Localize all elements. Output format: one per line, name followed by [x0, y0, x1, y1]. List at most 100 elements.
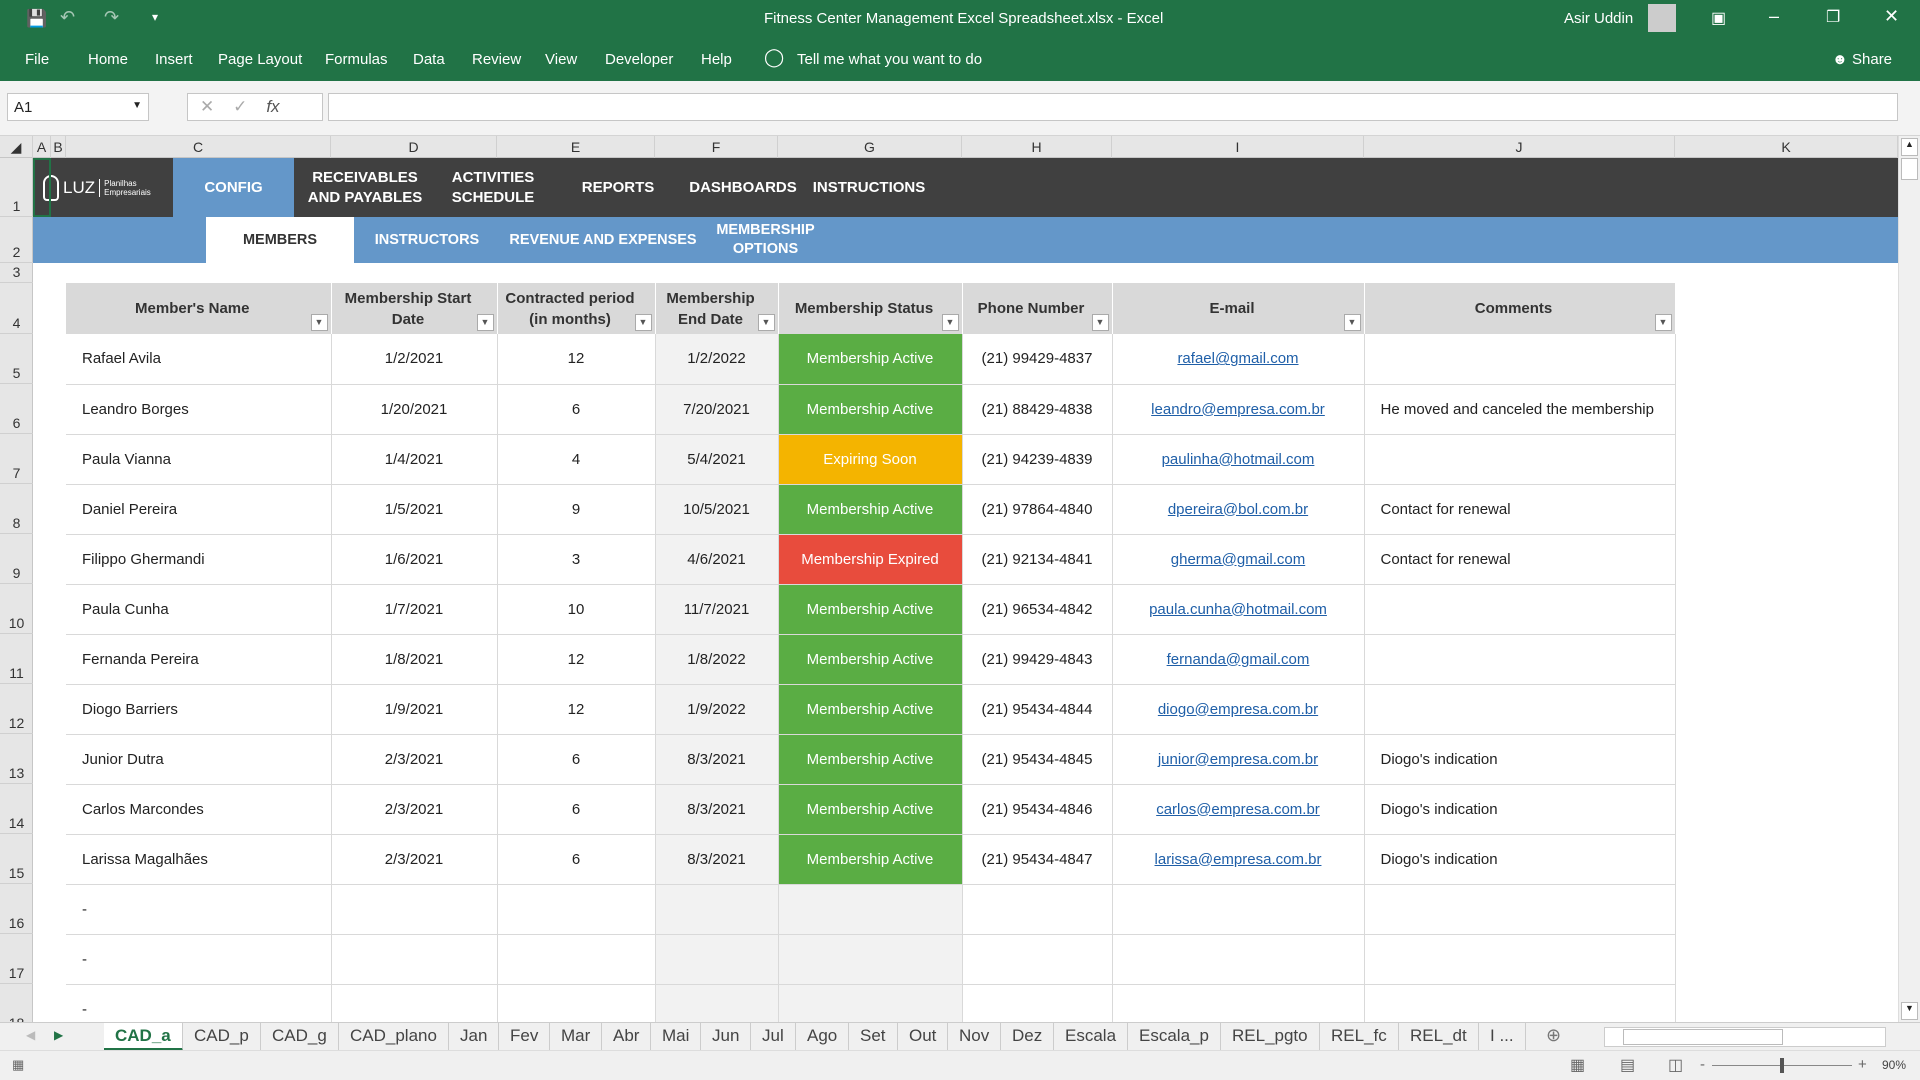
table-cell[interactable]: [1364, 934, 1676, 985]
sheet-tab[interactable]: Nov: [948, 1023, 1002, 1051]
table-cell[interactable]: 6: [497, 384, 656, 435]
column-header-a[interactable]: A: [33, 136, 51, 158]
sheet-tab[interactable]: Escala: [1054, 1023, 1129, 1051]
table-cell[interactable]: (21) 99429-4843: [962, 634, 1113, 685]
table-cell[interactable]: Membership Expired: [778, 534, 963, 585]
column-header-f[interactable]: F: [655, 136, 778, 158]
table-cell[interactable]: (21) 95434-4847: [962, 834, 1113, 885]
user-name[interactable]: Asir Uddin: [1564, 10, 1633, 27]
fx-icon[interactable]: fx: [266, 97, 279, 116]
column-header-g[interactable]: G: [778, 136, 962, 158]
table-cell[interactable]: 1/4/2021: [331, 434, 498, 485]
row-header-4[interactable]: 4: [0, 283, 33, 334]
row-header-16[interactable]: 16: [0, 884, 33, 934]
table-cell[interactable]: (21) 95434-4846: [962, 784, 1113, 835]
share-button[interactable]: Share: [1852, 51, 1892, 68]
filter-dropdown-icon[interactable]: ▼: [310, 314, 328, 331]
table-cell[interactable]: 1/7/2021: [331, 584, 498, 635]
tab-home[interactable]: Home: [88, 51, 128, 68]
table-cell[interactable]: carlos@empresa.com.br: [1112, 784, 1365, 835]
macro-record-icon[interactable]: ▦: [12, 1057, 24, 1073]
table-cell[interactable]: [331, 884, 498, 935]
email-link[interactable]: gherma@gmail.com: [1171, 551, 1305, 568]
table-cell[interactable]: 2/3/2021: [331, 834, 498, 885]
sheet-tab[interactable]: REL_dt: [1399, 1023, 1479, 1051]
table-cell[interactable]: Filippo Ghermandi: [66, 534, 332, 585]
table-cell[interactable]: 6: [497, 734, 656, 785]
email-link[interactable]: diogo@empresa.com.br: [1158, 701, 1318, 718]
table-cell[interactable]: Carlos Marcondes: [66, 784, 332, 835]
table-cell[interactable]: dpereira@bol.com.br: [1112, 484, 1365, 535]
scroll-up-icon[interactable]: ▲: [1901, 138, 1918, 156]
table-cell[interactable]: Rafael Avila: [66, 334, 332, 385]
table-cell[interactable]: 12: [497, 684, 656, 735]
table-cell[interactable]: Diogo's indication: [1364, 834, 1676, 885]
table-cell[interactable]: (21) 99429-4837: [962, 334, 1113, 385]
column-header-i[interactable]: I: [1112, 136, 1364, 158]
filter-dropdown-icon[interactable]: ▼: [1091, 314, 1109, 331]
table-cell[interactable]: Junior Dutra: [66, 734, 332, 785]
table-cell[interactable]: Paula Vianna: [66, 434, 332, 485]
table-cell[interactable]: paulinha@hotmail.com: [1112, 434, 1365, 485]
name-box[interactable]: A1 ▼: [7, 93, 149, 121]
table-cell[interactable]: Paula Cunha: [66, 584, 332, 635]
sheet-tab[interactable]: Fev: [499, 1023, 551, 1051]
subnav-membership-options[interactable]: MEMBERSHIP OPTIONS: [713, 217, 818, 263]
column-header-h[interactable]: H: [962, 136, 1112, 158]
table-cell[interactable]: Membership Active: [778, 684, 963, 735]
table-cell[interactable]: 1/2/2021: [331, 334, 498, 385]
table-cell[interactable]: 12: [497, 634, 656, 685]
email-link[interactable]: larissa@empresa.com.br: [1155, 851, 1322, 868]
table-cell[interactable]: Diogo's indication: [1364, 734, 1676, 785]
sheet-tab[interactable]: Abr: [602, 1023, 652, 1051]
table-cell[interactable]: 9: [497, 484, 656, 535]
table-cell[interactable]: [331, 934, 498, 985]
avatar[interactable]: [1648, 4, 1676, 32]
nav-dashboards[interactable]: DASHBOARDS: [683, 158, 803, 217]
nav-activities-schedule[interactable]: ACTIVITIES SCHEDULE: [438, 158, 548, 217]
table-cell[interactable]: 8/3/2021: [655, 784, 779, 835]
table-cell[interactable]: [778, 934, 963, 985]
sheet-tab[interactable]: Jul: [751, 1023, 796, 1051]
minimize-icon[interactable]: –: [1769, 6, 1779, 27]
email-link[interactable]: junior@empresa.com.br: [1158, 751, 1318, 768]
row-header-10[interactable]: 10: [0, 584, 33, 634]
table-cell[interactable]: [497, 934, 656, 985]
table-cell[interactable]: [1364, 684, 1676, 735]
undo-icon[interactable]: ↶: [60, 7, 75, 28]
table-cell[interactable]: [497, 884, 656, 935]
table-cell[interactable]: 1/2/2022: [655, 334, 779, 385]
tab-formulas[interactable]: Formulas: [325, 51, 388, 68]
table-cell[interactable]: Membership Active: [778, 384, 963, 435]
filter-dropdown-icon[interactable]: ▼: [1654, 314, 1672, 331]
email-link[interactable]: paula.cunha@hotmail.com: [1149, 601, 1327, 618]
filter-dropdown-icon[interactable]: ▼: [757, 314, 775, 331]
hscroll-thumb[interactable]: [1623, 1029, 1783, 1045]
table-cell[interactable]: [655, 934, 779, 985]
table-cell[interactable]: junior@empresa.com.br: [1112, 734, 1365, 785]
table-cell[interactable]: [1112, 934, 1365, 985]
row-header-14[interactable]: 14: [0, 784, 33, 834]
table-cell[interactable]: 1/9/2021: [331, 684, 498, 735]
tab-data[interactable]: Data: [413, 51, 445, 68]
row-header-11[interactable]: 11: [0, 634, 33, 684]
row-header-7[interactable]: 7: [0, 434, 33, 484]
scroll-down-icon[interactable]: ▼: [1901, 1002, 1918, 1020]
column-header-j[interactable]: J: [1364, 136, 1675, 158]
table-cell[interactable]: Membership Active: [778, 784, 963, 835]
table-cell[interactable]: 12: [497, 334, 656, 385]
table-cell[interactable]: paula.cunha@hotmail.com: [1112, 584, 1365, 635]
table-cell[interactable]: (21) 95434-4845: [962, 734, 1113, 785]
table-cell[interactable]: 10: [497, 584, 656, 635]
subnav-revenue-expenses[interactable]: REVENUE AND EXPENSES: [503, 217, 703, 263]
table-cell[interactable]: Membership Active: [778, 834, 963, 885]
save-icon[interactable]: 💾: [26, 9, 47, 29]
row-header-13[interactable]: 13: [0, 734, 33, 784]
table-cell[interactable]: (21) 96534-4842: [962, 584, 1113, 635]
column-header-c[interactable]: C: [66, 136, 331, 158]
tab-view[interactable]: View: [545, 51, 577, 68]
email-link[interactable]: carlos@empresa.com.br: [1156, 801, 1320, 818]
table-cell[interactable]: 1/8/2022: [655, 634, 779, 685]
nav-instructions[interactable]: INSTRUCTIONS: [809, 158, 929, 217]
email-link[interactable]: dpereira@bol.com.br: [1168, 501, 1308, 518]
